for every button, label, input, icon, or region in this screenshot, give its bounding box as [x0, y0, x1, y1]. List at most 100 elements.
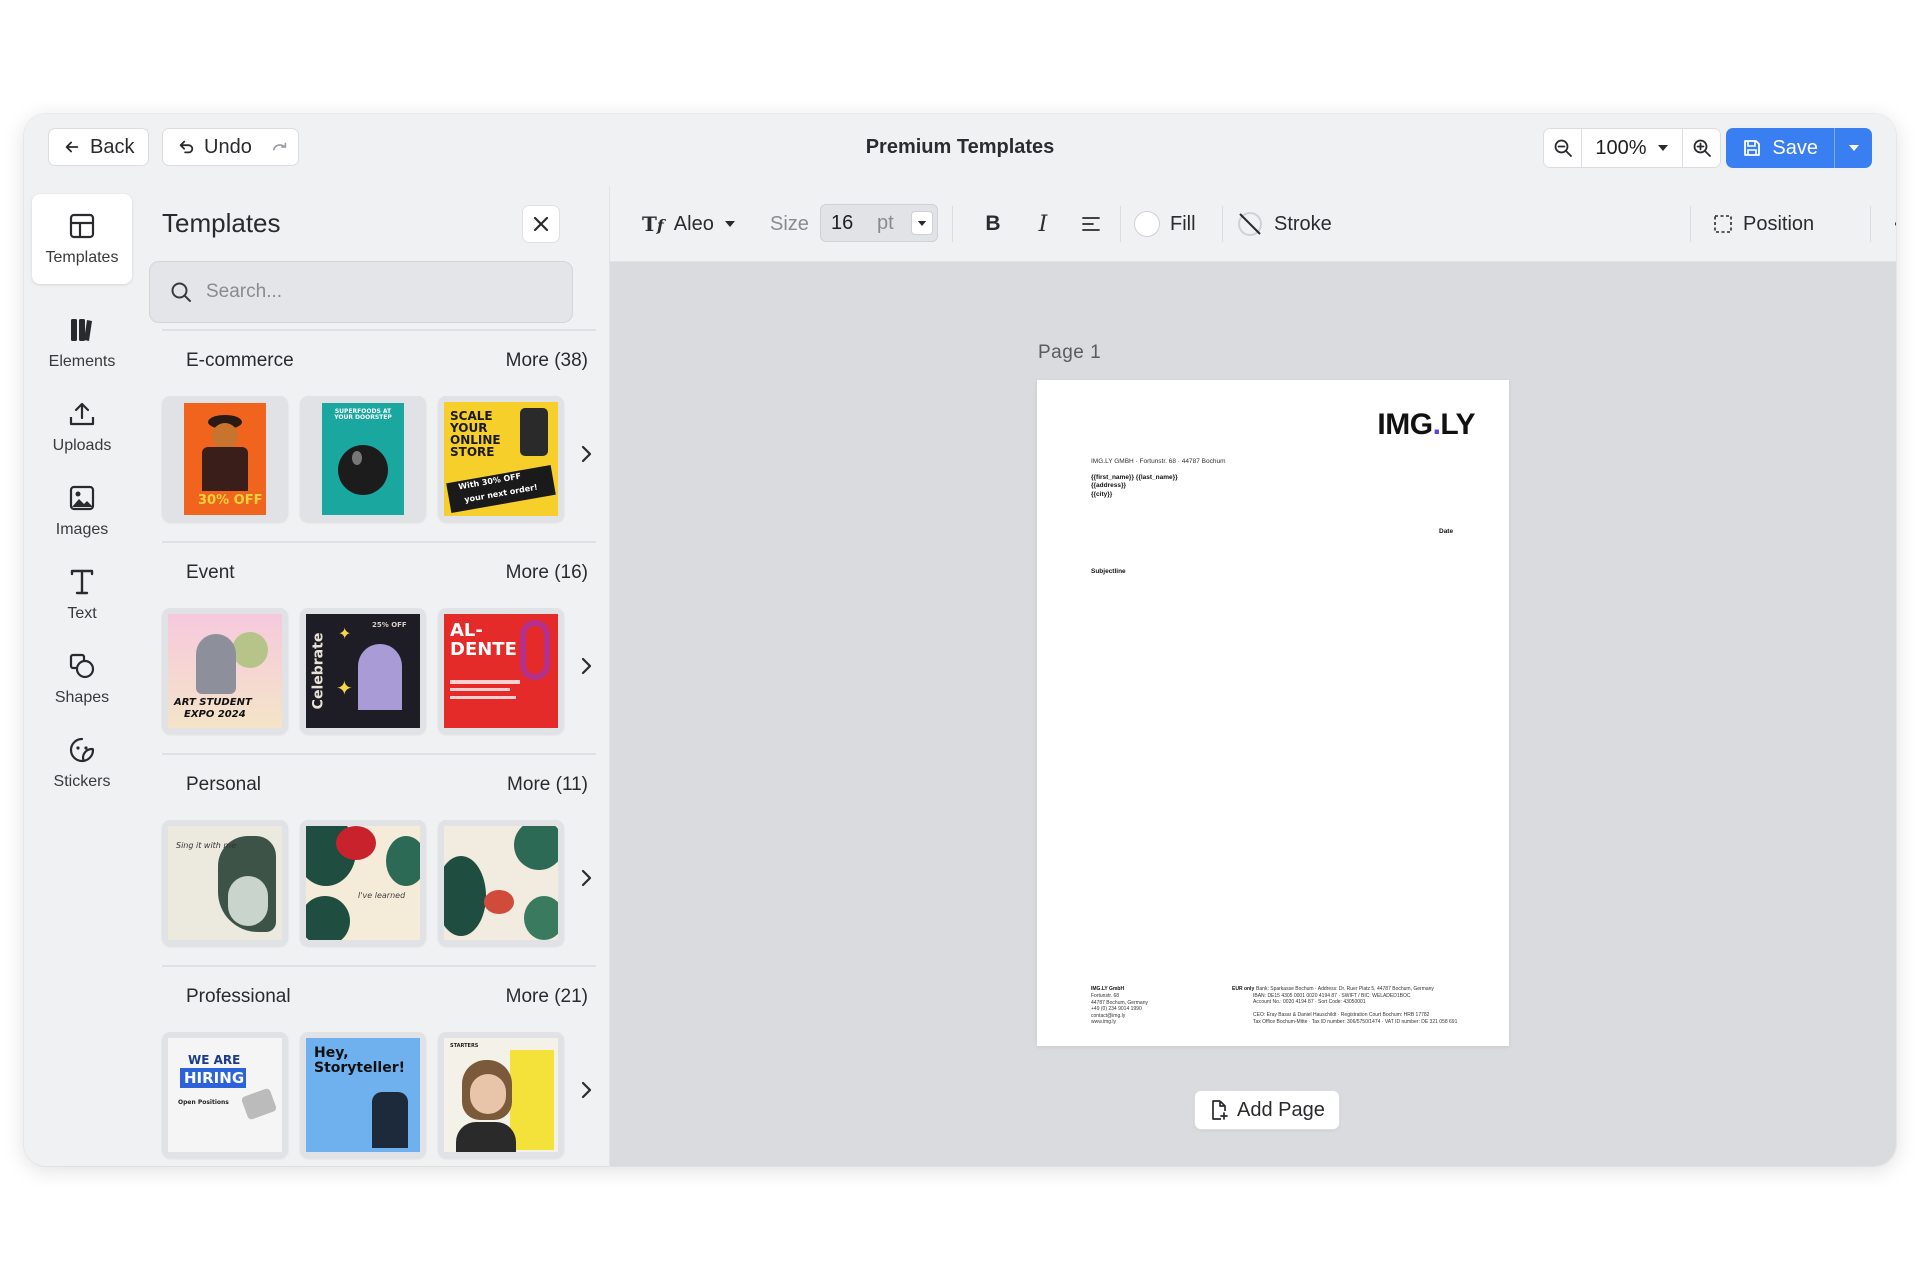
date-field[interactable]: Date: [1439, 528, 1453, 536]
template-thumbnail[interactable]: Sing it with me: [162, 820, 288, 946]
rail-item-label: Elements: [48, 353, 116, 370]
logo-text: IMG: [1377, 408, 1433, 441]
rail-item-uploads[interactable]: Uploads: [32, 382, 132, 472]
redo-button[interactable]: [261, 128, 299, 166]
rail-item-elements[interactable]: Elements: [32, 298, 132, 388]
template-thumbnail[interactable]: STARTERS: [438, 1032, 564, 1158]
next-templates-button[interactable]: [574, 863, 598, 893]
more-link[interactable]: More (38): [506, 350, 588, 372]
add-page-button[interactable]: Add Page: [1194, 1090, 1340, 1130]
caret-down-icon: [1657, 145, 1668, 151]
text-icon: [70, 569, 94, 595]
more-link[interactable]: More (11): [507, 774, 588, 796]
template-thumbnail[interactable]: [438, 820, 564, 946]
back-button[interactable]: Back: [48, 128, 150, 166]
template-thumbnail[interactable]: Hey, Storyteller!: [300, 1032, 426, 1158]
document-page[interactable]: IMG.LY IMG.LY GMBH · Fortunstr. 68 · 447…: [1037, 380, 1509, 1046]
divider: [1120, 206, 1121, 242]
template-text: 30% OFF: [198, 493, 263, 508]
fill-button[interactable]: Fill: [1134, 204, 1196, 244]
rail-item-stickers[interactable]: Stickers: [32, 718, 132, 808]
template-thumbnail[interactable]: I've learned: [300, 820, 426, 946]
more-link[interactable]: More (21): [506, 986, 588, 1008]
font-name: Aleo: [673, 212, 714, 235]
undo-icon: [179, 140, 194, 154]
size-label: Size: [770, 212, 809, 235]
canvas-area[interactable]: Page 1 IMG.LY IMG.LY GMBH · Fortunstr. 6…: [610, 262, 1896, 1166]
sender-line[interactable]: IMG.LY GMBH · Fortunstr. 68 · 44787 Boch…: [1091, 458, 1226, 466]
template-thumbnail[interactable]: SUPERFOODS AT YOUR DOORSTEP: [300, 396, 426, 522]
subject-line[interactable]: Subjectline: [1091, 568, 1126, 576]
rail-item-text[interactable]: Text: [32, 550, 132, 640]
template-row: 30% OFF SUPERFOODS AT YOUR DOORSTEP SCAL…: [162, 396, 564, 522]
library-icon: [71, 319, 92, 341]
rail-item-images[interactable]: Images: [32, 466, 132, 556]
save-control: Save: [1726, 128, 1872, 168]
stroke-button[interactable]: Stroke: [1236, 204, 1332, 244]
add-page-icon: [1212, 1100, 1228, 1120]
footer-bank-details[interactable]: · Bank: Sparkasse Bochum · Address: Dr. …: [1253, 986, 1493, 1025]
next-templates-button[interactable]: [574, 651, 598, 681]
fill-swatch-icon: [1134, 211, 1160, 237]
more-horizontal-icon: [1895, 222, 1896, 226]
position-label: Position: [1743, 212, 1815, 235]
rail-item-label: Images: [55, 521, 109, 538]
more-link[interactable]: More (16): [506, 562, 588, 584]
template-text: Celebrate: [310, 632, 327, 710]
footer-company-title[interactable]: IMG.LY GmbH: [1091, 986, 1124, 993]
rail-item-templates[interactable]: Templates: [32, 194, 132, 284]
undo-button[interactable]: Undo: [162, 128, 267, 166]
category-title: Event: [186, 562, 235, 583]
font-family-select[interactable]: Tf Aleo: [642, 204, 736, 244]
font-size-dropdown[interactable]: [911, 211, 933, 235]
footer-company-address[interactable]: Fortunstr. 68 44787 Bochum, Germany +49 …: [1091, 993, 1148, 1026]
template-preview: 30% OFF: [184, 403, 266, 515]
zoom-level-select[interactable]: 100%: [1582, 129, 1682, 167]
template-text: 25% OFF: [372, 621, 407, 629]
save-label: Save: [1772, 136, 1818, 159]
position-icon: [1714, 215, 1732, 233]
recipient-block[interactable]: {{first_name}} {{last_name}} {{address}}…: [1091, 474, 1178, 499]
rail-item-label: Text: [67, 605, 97, 622]
italic-button[interactable]: I: [1028, 204, 1058, 244]
sticker-icon: [69, 737, 95, 763]
template-thumbnail[interactable]: 30% OFF: [162, 396, 288, 522]
template-thumbnail[interactable]: SCALE YOUR ONLINE STORE With 30% OFF you…: [438, 396, 564, 522]
bold-button[interactable]: B: [978, 204, 1008, 244]
template-text: WE ARE: [188, 1053, 241, 1067]
template-preview: Celebrate 25% OFF ✦ ✦: [306, 614, 420, 728]
next-templates-button[interactable]: [574, 1075, 598, 1105]
font-size-input[interactable]: 16 pt: [820, 204, 938, 242]
zoom-out-button[interactable]: [1544, 129, 1582, 167]
font-icon: Tf: [642, 212, 664, 236]
next-templates-button[interactable]: [574, 439, 598, 469]
template-thumbnail[interactable]: WE ARE HIRING Open Positions: [162, 1032, 288, 1158]
search-input[interactable]: [206, 281, 546, 303]
close-panel-button[interactable]: [522, 205, 560, 243]
position-button[interactable]: Position: [1713, 204, 1814, 244]
divider: [1222, 206, 1223, 242]
zoom-in-button[interactable]: [1682, 129, 1720, 167]
save-options-button[interactable]: [1834, 128, 1872, 168]
sparkle-icon: ✦: [338, 624, 352, 643]
template-thumbnail[interactable]: ART STUDENT EXPO 2024: [162, 608, 288, 734]
template-text: HIRING: [184, 1069, 245, 1087]
template-thumbnail[interactable]: Celebrate 25% OFF ✦ ✦: [300, 608, 426, 734]
back-label: Back: [90, 135, 135, 158]
bold-icon: B: [985, 212, 1001, 235]
template-text: Open Positions: [178, 1099, 229, 1106]
divider: [162, 753, 596, 755]
template-preview: STARTERS: [444, 1038, 558, 1152]
arrow-left-icon: [65, 141, 79, 153]
chevron-right-icon: [581, 869, 592, 887]
save-button[interactable]: Save: [1726, 128, 1834, 168]
category-personal: Personal More (11) Sing it with me I've …: [162, 753, 596, 965]
align-button[interactable]: [1076, 204, 1106, 244]
rail-item-shapes[interactable]: Shapes: [32, 634, 132, 724]
category-header: Event More (16): [162, 553, 596, 593]
more-options-button[interactable]: [1890, 204, 1896, 244]
top-bar: Back Undo Premium Templates 100% Save: [24, 114, 1896, 186]
footer-bank-title[interactable]: EUR only: [1232, 986, 1254, 993]
search-field[interactable]: [149, 261, 573, 323]
template-thumbnail[interactable]: AL- DENTE: [438, 608, 564, 734]
